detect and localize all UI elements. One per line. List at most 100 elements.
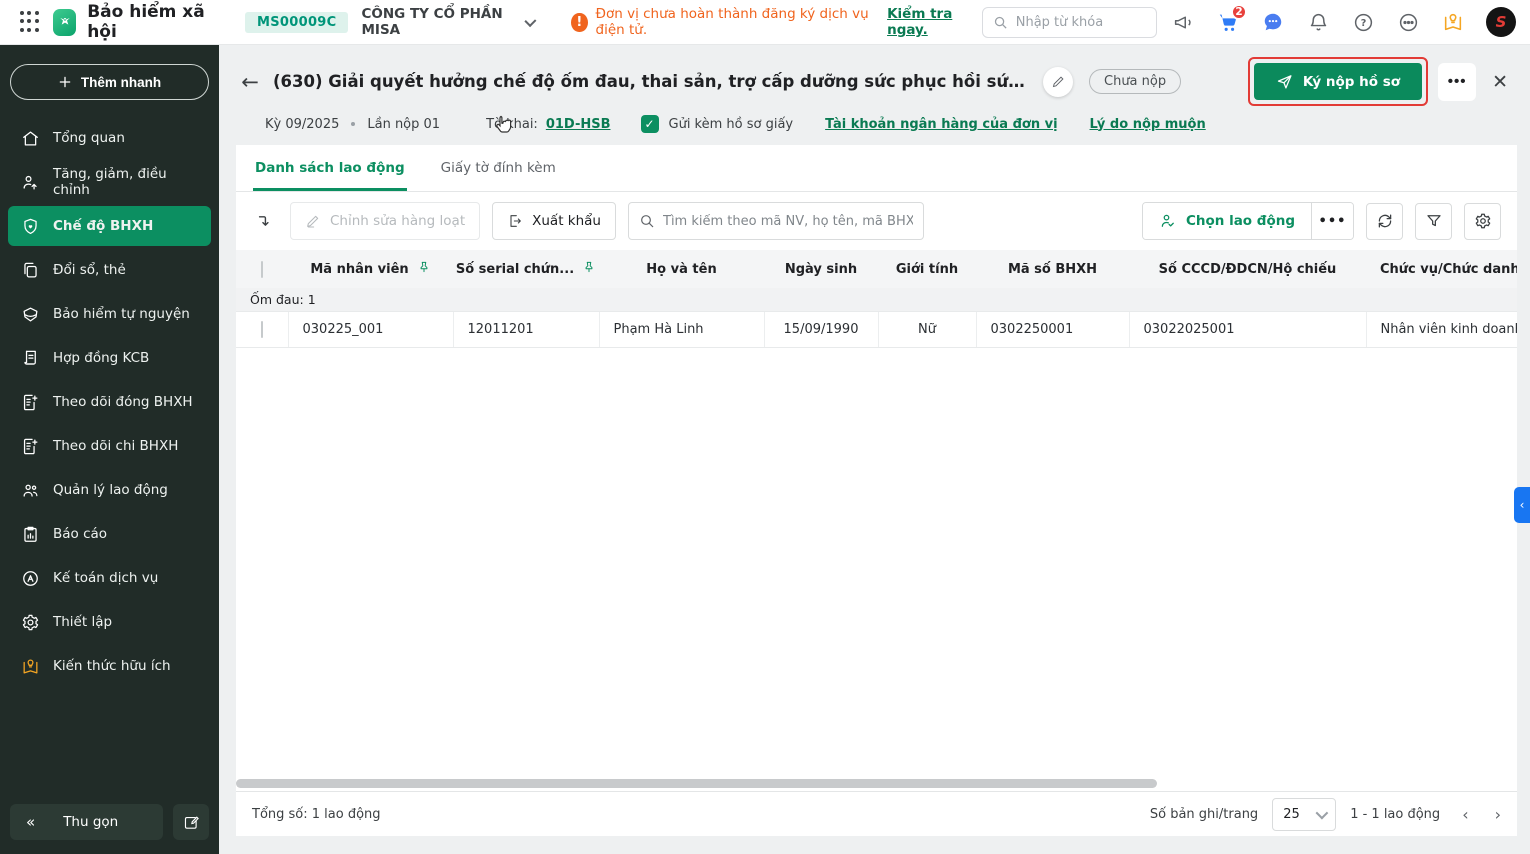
record-more-button[interactable]: ••• xyxy=(1438,62,1477,101)
collapse-sidebar-button[interactable]: « Thu gọn xyxy=(10,804,163,840)
cell-employee-code: 030225_001 xyxy=(288,311,454,348)
dot-separator xyxy=(351,122,356,126)
period-label: Kỳ 09/2025 xyxy=(265,116,340,132)
sidebar-item-ke-toan-dich-vu[interactable]: Kế toán dịch vụ xyxy=(8,558,211,598)
employee-search[interactable] xyxy=(628,202,924,240)
pin-icon[interactable] xyxy=(417,260,431,278)
sidebar-item-theo-doi-dong-bhxh[interactable]: Theo dõi đóng BHXH xyxy=(8,382,211,422)
form-code-link[interactable]: 01D-HSB xyxy=(546,117,611,132)
toolbar: Chỉnh sửa hàng loạt Xuất khẩu Chọn lao đ… xyxy=(236,192,1517,250)
app-logo-icon[interactable] xyxy=(52,8,77,36)
record-header: ← (630) Giải quyết hưởng chế độ ốm đau, … xyxy=(219,45,1530,141)
scrollbar-thumb[interactable] xyxy=(236,779,1157,788)
sidebar-item-tong-quan[interactable]: Tổng quan xyxy=(8,118,211,158)
quick-add-button[interactable]: Thêm nhanh xyxy=(10,64,209,100)
table-row[interactable]: 030225_001 12011201 Phạm Hà Linh 15/09/1… xyxy=(236,311,1517,348)
sidebar-item-label: Tăng, giảm, điều chỉnh xyxy=(53,166,167,198)
pencil-icon xyxy=(1052,76,1064,88)
chevron-down-icon xyxy=(1315,806,1329,819)
help-icon[interactable]: ? xyxy=(1351,10,1375,34)
select-employee-button[interactable]: Chọn lao động xyxy=(1142,203,1311,239)
sidebar-item-tang-giam[interactable]: Tăng, giảm, điều chỉnh xyxy=(8,162,211,202)
column-header: Mã nhân viên xyxy=(310,261,409,277)
sidebar-item-label: Quản lý lao động xyxy=(53,482,168,498)
more-options-icon[interactable] xyxy=(1396,10,1420,34)
shield-icon xyxy=(20,304,40,324)
edit-title-button[interactable] xyxy=(1043,66,1073,97)
cards-icon xyxy=(20,260,40,280)
tab-danh-sach-lao-dong[interactable]: Danh sách lao động xyxy=(253,145,407,191)
employee-search-input[interactable] xyxy=(663,213,913,229)
home-icon xyxy=(20,128,40,148)
per-page-select[interactable]: 25 xyxy=(1272,797,1337,831)
prev-page-button[interactable]: ‹ xyxy=(1462,805,1468,824)
sidebar-item-kien-thuc-huu-ich[interactable]: Kiến thức hữu ích xyxy=(8,646,211,686)
double-chevron-left-icon: « xyxy=(26,813,35,831)
sidebar-item-label: Theo dõi chi BHXH xyxy=(53,438,179,454)
row-checkbox[interactable] xyxy=(260,320,263,338)
sidebar-item-che-do-bhxh[interactable]: Chế độ BHXH xyxy=(8,206,211,246)
next-page-button[interactable]: › xyxy=(1495,805,1501,824)
cell-full-name: Phạm Hà Linh xyxy=(599,311,765,348)
company-selector[interactable]: CÔNG TY CỔ PHẦN MISA xyxy=(361,6,537,38)
bulk-edit-label: Chỉnh sửa hàng loạt xyxy=(330,213,466,229)
export-icon xyxy=(510,215,521,227)
submission-label: Lần nộp 01 xyxy=(367,116,441,132)
warning-icon: ! xyxy=(571,12,588,32)
sidebar-item-thiet-lap[interactable]: Thiết lập xyxy=(8,602,211,642)
close-icon[interactable]: ✕ xyxy=(1486,71,1514,93)
export-button[interactable]: Xuất khẩu xyxy=(492,202,616,240)
sign-submit-button[interactable]: Ký nộp hồ sơ xyxy=(1253,63,1423,100)
chat-icon[interactable] xyxy=(1261,10,1285,34)
sidebar-item-doi-so-the[interactable]: Đổi sổ, thẻ xyxy=(8,250,211,290)
document-plus-icon xyxy=(20,436,40,456)
knowledge-icon[interactable] xyxy=(1441,10,1465,34)
svg-text:?: ? xyxy=(1360,18,1366,29)
expand-panel-button[interactable]: ‹ xyxy=(1514,487,1530,523)
cart-badge: 2 xyxy=(1231,4,1247,20)
warning-check-link[interactable]: Kiểm tra ngay. xyxy=(887,6,982,38)
select-employee-label: Chọn lao động xyxy=(1185,213,1295,229)
avatar-initial: S xyxy=(1495,13,1507,31)
announcement-icon[interactable] xyxy=(1171,10,1195,34)
paper-checkbox[interactable]: ✓ xyxy=(640,115,659,133)
refresh-icon xyxy=(1378,214,1391,228)
global-search-input[interactable] xyxy=(1015,14,1146,30)
customize-menu-button[interactable] xyxy=(173,804,209,840)
tab-giay-to-dinh-kem[interactable]: Giấy tờ đính kèm xyxy=(439,145,558,191)
refresh-button[interactable] xyxy=(1366,202,1403,240)
sidebar-item-label: Chế độ BHXH xyxy=(53,218,154,234)
sidebar-item-label: Tổng quan xyxy=(53,130,125,146)
horizontal-scrollbar[interactable] xyxy=(236,779,1515,788)
cell-id-number: 03022025001 xyxy=(1129,311,1367,348)
select-all-checkbox[interactable] xyxy=(261,260,263,278)
cart-icon[interactable]: 2 xyxy=(1216,4,1247,34)
bank-account-link[interactable]: Tài khoản ngân hàng của đơn vị xyxy=(825,117,1057,132)
sidebar-item-quan-ly-lao-dong[interactable]: Quản lý lao động xyxy=(8,470,211,510)
notification-bell-icon[interactable] xyxy=(1306,10,1330,34)
sidebar-item-theo-doi-chi-bhxh[interactable]: Theo dõi chi BHXH xyxy=(8,426,211,466)
column-settings-button[interactable] xyxy=(1464,202,1501,240)
user-avatar[interactable]: S xyxy=(1486,7,1516,37)
sidebar-item-bao-hiem-tu-nguyen[interactable]: Bảo hiểm tự nguyện xyxy=(8,294,211,334)
topbar: Bảo hiểm xã hội MS00009C CÔNG TY CỔ PHẦN… xyxy=(0,0,1530,45)
pin-icon[interactable] xyxy=(582,260,596,278)
plus-icon xyxy=(59,76,71,88)
app-launcher-icon[interactable] xyxy=(20,11,39,33)
per-page-label: Số bản ghi/trang xyxy=(1149,806,1259,822)
cell-serial: 12011201 xyxy=(453,311,600,348)
group-row: Ốm đau: 1 xyxy=(236,288,1517,312)
submit-label: Ký nộp hồ sơ xyxy=(1302,73,1401,90)
column-header: Họ và tên xyxy=(599,250,764,288)
global-search[interactable] xyxy=(981,6,1157,38)
select-employee-more-button[interactable]: ••• xyxy=(1311,203,1353,239)
filter-button[interactable] xyxy=(1415,202,1452,240)
status-badge: Chưa nộp xyxy=(1089,69,1182,94)
late-reason-link[interactable]: Lý do nộp muộn xyxy=(1090,117,1206,132)
bulk-edit-button[interactable]: Chỉnh sửa hàng loạt xyxy=(290,202,481,240)
sidebar-item-hop-dong-kcb[interactable]: Hợp đồng KCB xyxy=(8,338,211,378)
sidebar-item-bao-cao[interactable]: Báo cáo xyxy=(8,514,211,554)
sort-icon[interactable] xyxy=(252,208,278,234)
back-button[interactable]: ← xyxy=(237,70,263,94)
warning-banner: ! Đơn vị chưa hoàn thành đăng ký dịch vụ… xyxy=(571,6,981,38)
